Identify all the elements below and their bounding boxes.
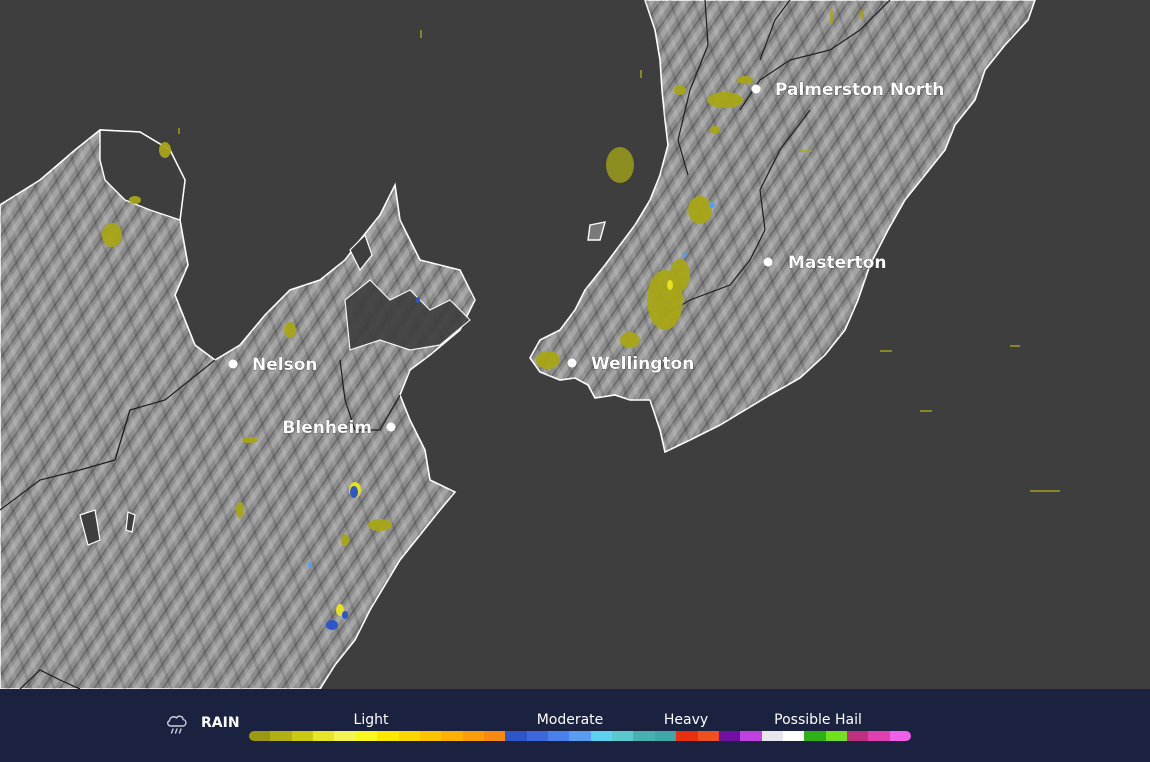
scale-swatch <box>633 731 655 741</box>
map-canvas: Palmerston North Masterton Nelson Wellin… <box>0 0 1060 689</box>
scale-swatch <box>526 731 549 741</box>
scale-swatch <box>676 731 698 741</box>
scale-swatch <box>889 731 911 741</box>
legend-label-light: Light <box>353 712 389 728</box>
scale-swatch <box>270 731 292 741</box>
scale-swatch <box>718 731 741 741</box>
rain-cloud-icon <box>167 715 187 734</box>
radar-map[interactable]: Palmerston North Masterton Nelson Wellin… <box>0 0 1150 689</box>
legend-label-moderate: Moderate <box>536 712 604 728</box>
city-label: Wellington <box>591 354 694 374</box>
scale-swatch <box>377 731 399 741</box>
legend-title: RAIN <box>201 715 240 731</box>
city-label: Nelson <box>252 355 318 375</box>
scale-swatch <box>419 731 442 741</box>
south-island-landmass <box>0 129 476 689</box>
scale-swatch <box>291 731 314 741</box>
scale-swatch <box>825 731 848 741</box>
scale-swatch <box>761 731 783 741</box>
rain-intensity-scale <box>249 731 911 741</box>
scale-swatch <box>569 731 591 741</box>
legend-label-hail: Possible Hail <box>774 712 862 728</box>
scale-swatch <box>654 731 677 741</box>
scale-swatch <box>612 731 634 741</box>
city-label: Masterton <box>788 253 886 273</box>
scale-swatch <box>249 731 271 741</box>
scale-swatch <box>505 731 527 741</box>
scale-swatch <box>334 731 356 741</box>
scale-swatch <box>313 731 335 741</box>
scale-swatch <box>441 731 463 741</box>
scale-swatch <box>782 731 805 741</box>
scale-swatch <box>740 731 762 741</box>
scale-swatch <box>804 731 826 741</box>
scale-swatch <box>847 731 869 741</box>
scale-swatch <box>590 731 613 741</box>
city-marker-palmerston-north[interactable]: Palmerston North <box>751 80 945 100</box>
north-island-landmass <box>529 0 1036 454</box>
city-label: Blenheim <box>282 418 372 438</box>
scale-swatch <box>548 731 570 741</box>
city-label: Palmerston North <box>775 80 944 100</box>
legend-label-heavy: Heavy <box>663 712 709 728</box>
scale-swatch <box>697 731 719 741</box>
scale-swatch <box>462 731 484 741</box>
scale-swatch <box>868 731 890 741</box>
scale-swatch <box>355 731 378 741</box>
scale-swatch <box>483 731 506 741</box>
scale-swatch <box>398 731 420 741</box>
